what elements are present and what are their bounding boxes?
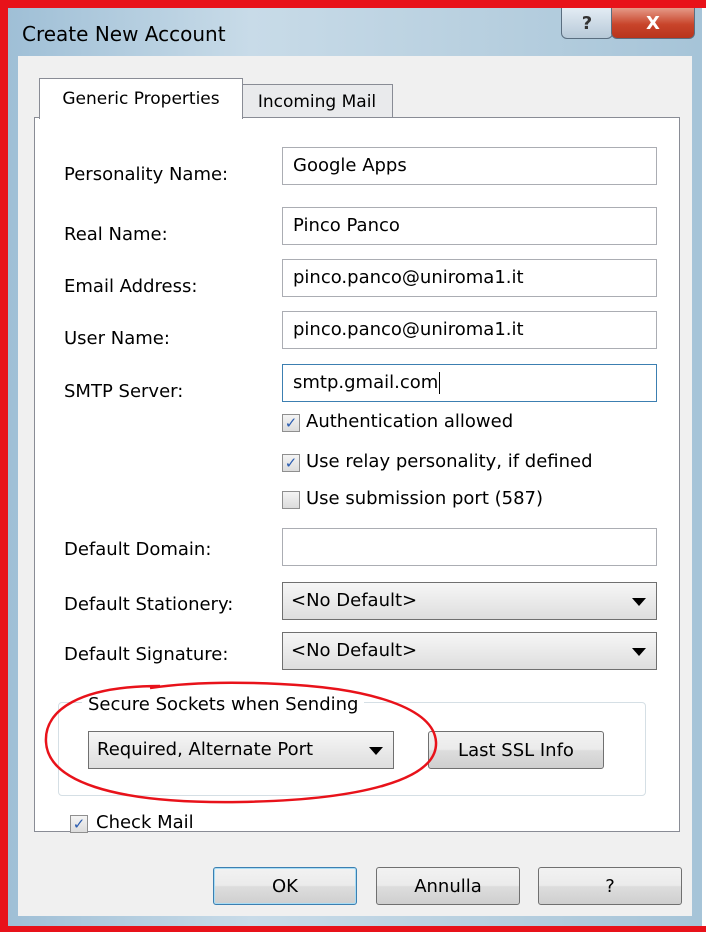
user-name-input[interactable]: pinco.panco@uniroma1.it xyxy=(282,311,657,349)
help-title-button[interactable]: ? xyxy=(561,8,613,39)
real-name-input[interactable]: Pinco Panco xyxy=(282,207,657,245)
text-caret xyxy=(439,372,441,394)
close-title-button[interactable]: X xyxy=(611,8,695,39)
email-address-input[interactable]: pinco.panco@uniroma1.it xyxy=(282,259,657,297)
title-bar: Create New Account ? X xyxy=(8,8,702,56)
secure-sockets-value: Required, Alternate Port xyxy=(97,739,314,760)
secure-sockets-select[interactable]: Required, Alternate Port xyxy=(88,731,394,769)
smtp-server-label: SMTP Server: xyxy=(64,381,184,402)
last-ssl-info-button[interactable]: Last SSL Info xyxy=(428,731,604,769)
secure-sockets-title: Secure Sockets when Sending xyxy=(82,694,365,715)
check-mail-label: Check Mail xyxy=(96,812,194,833)
use-submission-port-label: Use submission port (587) xyxy=(306,488,544,509)
real-name-label: Real Name: xyxy=(64,224,168,245)
annotation-frame-top xyxy=(0,0,706,8)
default-signature-select[interactable]: <No Default> xyxy=(282,632,657,670)
default-domain-label: Default Domain: xyxy=(64,539,212,560)
personality-name-input[interactable]: Google Apps xyxy=(282,147,657,185)
tab-incoming-mail[interactable]: Incoming Mail xyxy=(241,84,393,119)
smtp-server-value: smtp.gmail.com xyxy=(293,372,439,393)
smtp-server-input[interactable]: smtp.gmail.com xyxy=(282,364,657,402)
dropdown-arrow-icon xyxy=(369,747,383,755)
default-signature-value: <No Default> xyxy=(291,640,418,661)
cancel-button[interactable]: Annulla xyxy=(376,867,520,905)
annotation-frame-bottom xyxy=(0,926,706,932)
use-submission-port-checkbox[interactable] xyxy=(282,491,300,509)
personality-name-label: Personality Name: xyxy=(64,164,229,185)
email-address-label: Email Address: xyxy=(64,276,198,297)
tab-generic-properties[interactable]: Generic Properties xyxy=(39,78,243,119)
default-signature-label: Default Signature: xyxy=(64,644,229,665)
default-stationery-value: <No Default> xyxy=(291,590,418,611)
dropdown-arrow-icon xyxy=(632,648,646,656)
help-button[interactable]: ? xyxy=(538,867,682,905)
use-relay-personality-label: Use relay personality, if defined xyxy=(306,451,593,472)
user-name-label: User Name: xyxy=(64,328,170,349)
default-stationery-select[interactable]: <No Default> xyxy=(282,582,657,620)
annotation-frame-left xyxy=(0,0,8,932)
use-relay-personality-checkbox[interactable]: ✓ xyxy=(282,454,300,472)
default-stationery-label: Default Stationery: xyxy=(64,594,234,615)
default-domain-input[interactable] xyxy=(282,528,657,566)
authentication-allowed-label: Authentication allowed xyxy=(306,411,514,432)
dropdown-arrow-icon xyxy=(632,598,646,606)
window-title: Create New Account xyxy=(22,22,226,46)
check-mail-checkbox[interactable]: ✓ xyxy=(70,815,88,833)
ok-button[interactable]: OK xyxy=(213,867,357,905)
authentication-allowed-checkbox[interactable]: ✓ xyxy=(282,414,300,432)
